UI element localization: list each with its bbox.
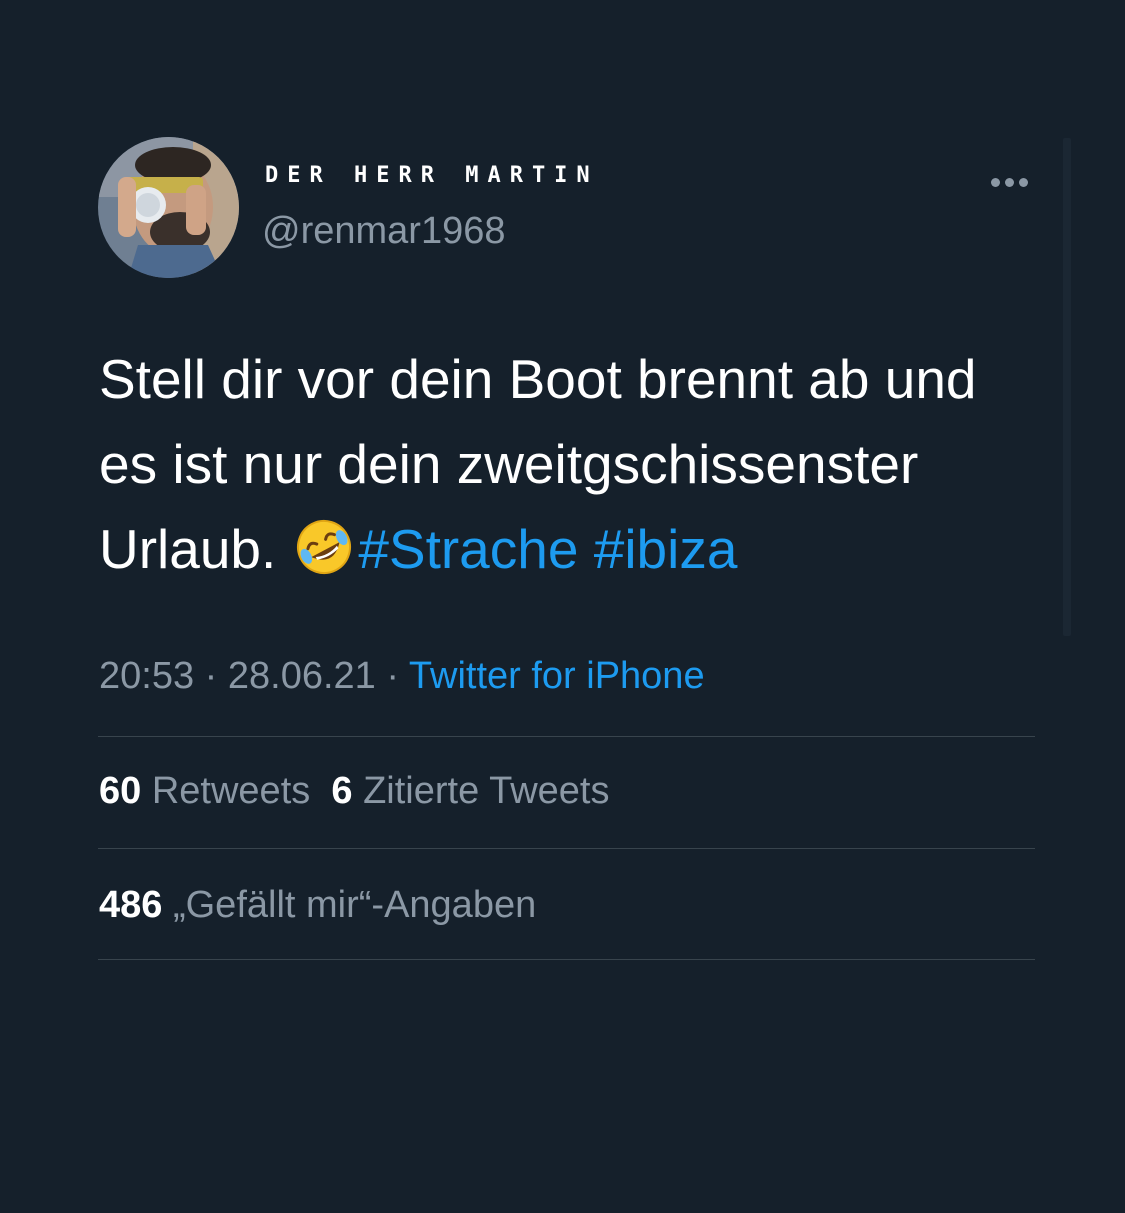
author-handle[interactable]: @renmar1968 [262, 210, 505, 253]
tweet-text-line: Stell dir vor dein Boot brennt ab und [99, 348, 977, 410]
quotes-count: 6 [331, 770, 353, 812]
quotes-label: Zitierte Tweets [363, 770, 610, 812]
tweet-meta: 20:53 · 28.06.21 · Twitter for iPhone [99, 655, 705, 698]
tweet-text: Stell dir vor dein Boot brennt ab und es… [99, 337, 1039, 592]
tweet-time: 20:53 [99, 655, 195, 697]
divider [98, 736, 1035, 737]
tweet-text-line-3: Urlaub. #Strache #ibiza [99, 507, 1039, 592]
quote-tweets-stat[interactable]: 6 Zitierte Tweets [331, 770, 609, 812]
likes-label: „Gefällt mir“-Angaben [172, 884, 537, 926]
tweet-source-link[interactable]: Twitter for iPhone [409, 655, 705, 697]
more-dots-icon [1005, 178, 1014, 187]
tweet-text-segment: Urlaub. [99, 518, 277, 580]
tweet-detail: DER HERR MARTIN @renmar1968 Stell dir vo… [0, 0, 1125, 1213]
more-dots-icon [991, 178, 1000, 187]
more-dots-icon [1019, 178, 1028, 187]
retweets-count: 60 [99, 770, 142, 812]
retweets-stat[interactable]: 60 Retweets [99, 770, 310, 812]
tweet-text-line: es ist nur dein zweitgschissenster [99, 433, 919, 495]
retweet-stats-row: 60 Retweets 6 Zitierte Tweets [99, 770, 609, 813]
hashtag-link[interactable]: #Strache [358, 518, 578, 580]
likes-count: 486 [99, 884, 163, 926]
hashtag-link[interactable]: #ibiza [594, 518, 738, 580]
profile-photo-icon [98, 137, 239, 278]
likes-stat[interactable]: 486 „Gefällt mir“-Angaben [99, 884, 536, 926]
tweet-date: 28.06.21 [227, 655, 376, 697]
meta-separator: · [386, 655, 400, 697]
author-display-name[interactable]: DER HERR MARTIN [265, 163, 599, 188]
avatar[interactable] [98, 137, 239, 278]
meta-separator: · [204, 655, 218, 697]
rolling-on-the-floor-laughing-emoji-icon [294, 516, 354, 576]
more-options-button[interactable] [988, 170, 1032, 196]
retweets-label: Retweets [151, 770, 311, 812]
divider [98, 848, 1035, 849]
likes-stats-row: 486 „Gefällt mir“-Angaben [99, 884, 536, 927]
scrollbar[interactable] [1063, 138, 1071, 636]
divider [98, 959, 1035, 960]
